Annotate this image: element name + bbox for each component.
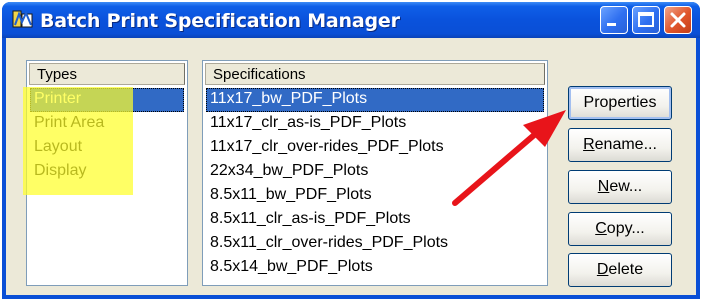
yellow-highlight-annotation [23, 87, 133, 195]
types-header: Types [29, 63, 185, 85]
title-bar[interactable]: Batch Print Specification Manager [2, 2, 700, 38]
spec-item[interactable]: 8.5x11_bw_PDF_Plots [206, 184, 544, 208]
minimize-icon [607, 23, 616, 26]
spec-item[interactable]: 8.5x11_clr_over-rides_PDF_Plots [206, 232, 544, 256]
spec-item[interactable]: 11x17_clr_over-rides_PDF_Plots [206, 136, 544, 160]
microstation-icon [12, 10, 33, 28]
spec-item[interactable]: 8.5x11_clr_as-is_PDF_Plots [206, 208, 544, 232]
copy-button[interactable]: Copy... [568, 212, 672, 246]
rename-accelerator: R [583, 136, 595, 153]
copy-label-rest: opy... [606, 220, 645, 237]
spec-item[interactable]: 22x34_bw_PDF_Plots [206, 160, 544, 184]
batch-print-dialog: Batch Print Specification Manager Types … [2, 2, 700, 299]
copy-accelerator: C [595, 220, 607, 237]
new-button[interactable]: New... [568, 170, 672, 204]
delete-button[interactable]: Delete [568, 253, 672, 287]
new-accelerator: N [597, 178, 610, 195]
maximize-icon [638, 12, 654, 27]
rename-label-rest: ename... [594, 136, 657, 153]
delete-accelerator: D [596, 261, 609, 278]
specifications-header: Specifications [205, 63, 545, 85]
specifications-list[interactable]: Specifications 11x17_bw_PDF_Plots 11x17_… [202, 60, 548, 286]
maximize-button[interactable] [632, 6, 660, 34]
dialog-client-area: Types Printer Print Area Layout Display … [6, 38, 696, 295]
spec-item[interactable]: 8.5x14_bw_PDF_Plots [206, 256, 544, 280]
window-title: Batch Print Specification Manager [40, 10, 400, 32]
new-label-rest: ew... [609, 178, 643, 195]
rename-button[interactable]: Rename... [568, 128, 672, 162]
properties-button[interactable]: Properties [568, 86, 672, 120]
spec-item[interactable]: 11x17_clr_as-is_PDF_Plots [206, 112, 544, 136]
spec-item[interactable]: 11x17_bw_PDF_Plots [206, 88, 544, 112]
close-button[interactable] [664, 6, 692, 34]
minimize-button[interactable] [600, 6, 628, 34]
delete-label-rest: elete [608, 261, 644, 278]
close-icon [670, 12, 686, 28]
